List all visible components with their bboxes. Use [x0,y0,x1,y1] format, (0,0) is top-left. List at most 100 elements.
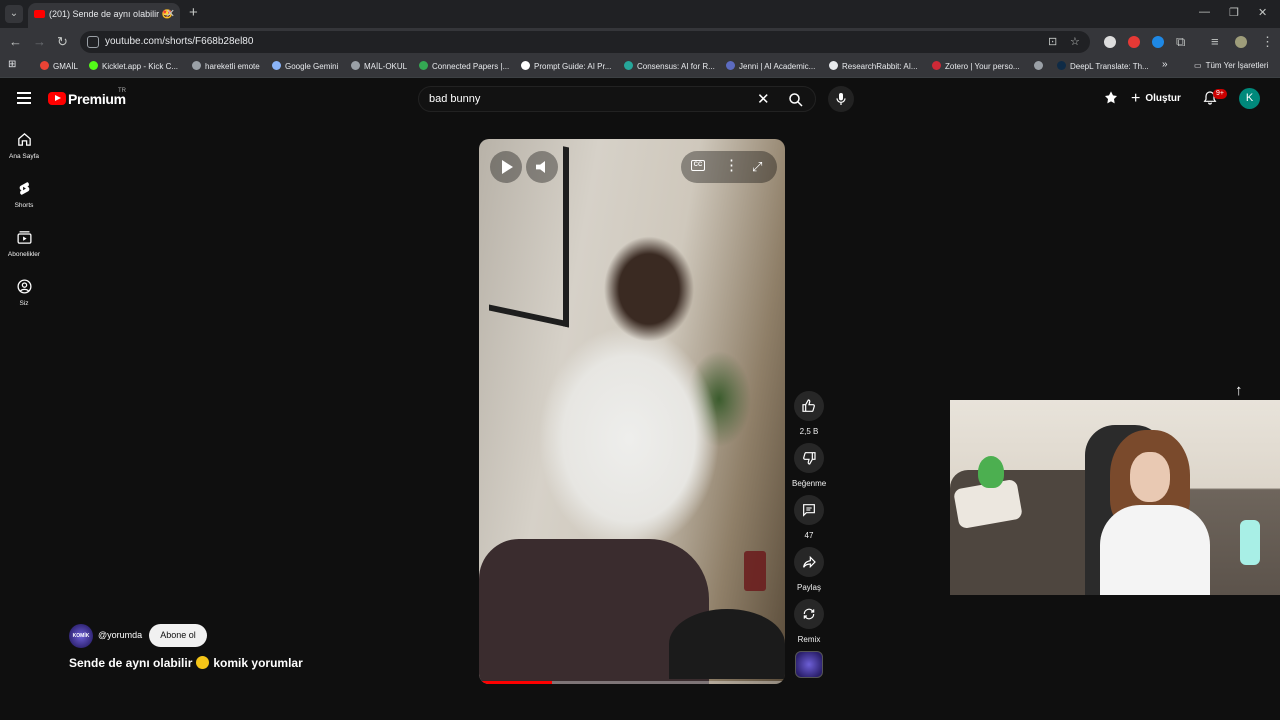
guide-item-label: Siz [19,300,29,307]
bookmarks-bar: ⊞ GMAİL Kicklet.app - Kick C... hareketl… [0,56,1280,78]
guide-item-subscriptions[interactable]: Abonelikler [0,229,48,258]
guide-menu-icon[interactable] [17,92,31,104]
address-bar[interactable]: youtube.com/shorts/F668b28el80 ⊡ ☆ [80,31,1090,53]
bookmarks-overflow-icon[interactable]: » [1162,59,1168,70]
guide-item-shorts[interactable]: Shorts [0,180,48,209]
sound-thumbnail[interactable] [795,651,823,678]
comments-button[interactable]: 47 [792,495,826,540]
tab-close-icon[interactable]: ✕ [166,7,175,20]
premium-badge-icon[interactable] [1103,90,1119,106]
thumbs-up-icon [802,399,815,412]
gemini-icon [272,61,281,70]
guide-item-label: Abonelikler [7,251,41,258]
extension-1-icon[interactable] [1104,36,1116,48]
reload-icon[interactable]: ↻ [57,34,68,50]
tab-search-button[interactable]: ⌄ [5,5,23,23]
create-button[interactable]: + Oluştur [1131,90,1181,108]
fullscreen-icon[interactable]: ⤢ [752,159,762,175]
webcam-content [1100,505,1210,595]
search-box[interactable]: bad bunny ✕ [418,86,816,112]
globe-icon [1034,61,1043,70]
extension-2-icon[interactable] [1128,36,1140,48]
bookmark-consensus[interactable]: Consensus: AI for R... [624,61,715,71]
subscribe-button[interactable]: Abone ol [149,624,207,647]
minimize-icon[interactable]: — [1199,6,1210,18]
channel-avatar[interactable]: KOMİK [69,624,93,648]
profile-icon[interactable] [1235,36,1247,48]
forward-icon[interactable]: → [33,34,46,49]
browser-menu-icon[interactable]: ⋮ [1261,34,1274,50]
deepl-icon [1057,61,1066,70]
bookmark-globe[interactable] [1034,61,1047,71]
dislike-button[interactable]: Beğenme [792,443,826,488]
progress-fill [479,681,553,684]
bookmark-gmail[interactable]: GMAİL [40,61,78,71]
browser-tab-bar: ⌄ (201) Sende de aynı olabilir 🤩 ✕ + — ❐… [0,0,1280,28]
kicklet-icon [89,61,98,70]
bookmark-gemini[interactable]: Google Gemini [272,61,338,71]
search-input[interactable]: bad bunny [429,93,480,105]
back-icon[interactable]: ← [9,34,22,49]
comment-count: 47 [804,531,814,540]
like-button[interactable]: 2,5 B [792,391,826,436]
clear-search-icon[interactable]: ✕ [757,90,770,108]
volume-button[interactable] [526,151,558,183]
extension-3-icon[interactable] [1152,36,1164,48]
voice-search-button[interactable] [828,86,854,112]
site-info-icon[interactable] [87,36,99,48]
guide-item-home[interactable]: Ana Sayfa [0,131,48,160]
webcam-content [978,456,1004,488]
bookmark-jenni[interactable]: Jenni | AI Academic... [726,61,815,71]
new-tab-icon[interactable]: + [189,4,198,21]
notification-count-badge: 9+ [1213,89,1227,99]
play-button[interactable] [490,151,522,183]
install-app-icon[interactable]: ⊡ [1048,35,1057,48]
share-button[interactable]: Paylaş [792,547,826,592]
logo-region: TR [118,88,126,94]
remix-button[interactable]: Remix [792,599,826,644]
bookmark-prompt-guide[interactable]: Prompt Guide: AI Pr... [521,61,611,71]
subscriptions-icon [16,231,32,244]
guide-item-label: Ana Sayfa [9,153,39,160]
bookmark-deepl[interactable]: DeepL Translate: Th... [1057,61,1149,71]
bookmark-mail-okul[interactable]: MAİL-OKUL [351,61,407,71]
guide-item-you[interactable]: Siz [0,278,48,307]
home-icon [17,132,31,146]
player-controls: CC ⋮ ⤢ [681,151,777,183]
media-control-icon[interactable]: ≡ [1211,34,1219,49]
webcam-content [1240,520,1260,565]
extensions-puzzle-icon[interactable]: ⧉ [1176,34,1185,50]
account-avatar[interactable]: K [1239,88,1260,109]
dislike-label: Beğenme [792,479,827,488]
bookmark-researchrabbit[interactable]: ResearchRabbit: AI... [829,61,918,71]
shorts-video-player[interactable]: CC ⋮ ⤢ [479,139,785,684]
scroll-up-arrow-icon[interactable]: ↑ [1235,382,1243,399]
captions-icon[interactable]: CC [691,160,705,171]
search-icon[interactable] [785,91,807,109]
channel-handle[interactable]: @yorumda [98,630,142,640]
more-options-icon[interactable]: ⋮ [724,157,739,175]
share-arrow-icon [803,555,816,569]
consensus-icon [624,61,633,70]
bookmark-star-icon[interactable]: ☆ [1070,35,1080,48]
tab-title: (201) Sende de aynı olabilir 🤩 [49,9,173,19]
microphone-icon [836,93,846,105]
youtube-logo-icon[interactable] [48,92,66,105]
bookmark-kicklet[interactable]: Kicklet.app - Kick C... [89,61,178,71]
bookmark-zotero[interactable]: Zotero | Your perso... [932,61,1020,71]
all-bookmarks-folder[interactable]: ▭ Tüm Yer İşaretleri [1194,61,1268,70]
window-close-icon[interactable]: ✕ [1258,6,1267,19]
restore-icon[interactable]: ❐ [1229,6,1239,19]
bookmark-connected-papers[interactable]: Connected Papers |... [419,61,509,71]
folder-icon: ▭ [1194,61,1202,70]
short-title[interactable]: Sende de aynı olabilir komik yorumlar [69,656,303,670]
progress-bar[interactable] [479,681,785,684]
rabbit-icon [829,61,838,70]
bookmark-emote[interactable]: hareketli emote [192,61,260,71]
apps-grid-icon[interactable]: ⊞ [8,59,16,70]
star-eyes-emoji-icon [196,656,210,669]
webcam-content [1130,452,1170,502]
youtube-header: Premium TR bad bunny ✕ + Oluştur 9+ K [0,78,1280,120]
comment-icon [803,504,815,517]
browser-tab-active[interactable]: (201) Sende de aynı olabilir 🤩 ✕ [28,3,180,28]
